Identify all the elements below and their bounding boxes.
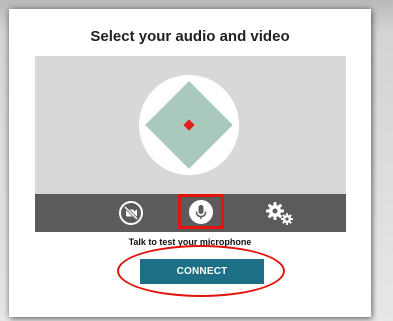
microphone-toggle-button[interactable]	[176, 194, 228, 232]
avatar	[139, 75, 239, 175]
video-preview	[35, 56, 346, 194]
window-frame: Select your audio and video Talk to test…	[0, 0, 393, 321]
microphone-test-hint: Talk to test your microphone	[128, 237, 252, 247]
camera-toggle-button[interactable]	[112, 194, 150, 232]
camera-off-icon	[119, 201, 143, 225]
dialog-title: Select your audio and video	[90, 28, 290, 45]
av-setup-dialog: Select your audio and video Talk to test…	[9, 9, 371, 317]
connect-button[interactable]: CONNECT	[140, 259, 264, 284]
microphone-icon	[189, 200, 213, 224]
settings-button[interactable]	[261, 194, 299, 232]
gear-icon	[266, 202, 293, 225]
media-controls-bar	[35, 194, 346, 232]
